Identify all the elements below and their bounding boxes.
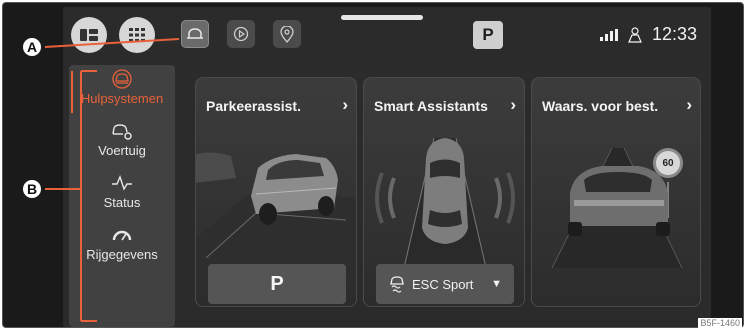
card-title: Smart Assistants: [374, 98, 488, 114]
caret-down-icon: ▼: [491, 278, 502, 290]
signal-icon: [599, 28, 618, 41]
card-title: Waars. voor best.: [542, 98, 659, 114]
callout-a: A: [21, 36, 43, 58]
car-assist-icon: [187, 28, 203, 39]
speed-limit-sign: 60: [653, 148, 683, 178]
chevron-right-icon: ›: [686, 95, 692, 114]
car-assist-button[interactable]: [181, 20, 209, 48]
callout-b: B: [21, 178, 43, 200]
sidebar-item-label: Rijgegevens: [86, 247, 158, 262]
user-icon: [628, 26, 642, 43]
sidebar-item-label: Voertuig: [98, 143, 146, 158]
device-frame: P 12:33 Hulpsystemen Voertuig Status Rij…: [2, 2, 744, 328]
sidebar: Hulpsystemen Voertuig Status Rijgegevens: [69, 65, 175, 327]
sidebar-item-voertuig[interactable]: Voertuig: [69, 121, 175, 169]
sidebar-item-status[interactable]: Status: [69, 173, 175, 221]
chevron-right-icon: ›: [510, 95, 516, 114]
card-parkeerassist[interactable]: Parkeerassist. › P: [195, 77, 357, 307]
sidebar-item-hulpsystemen[interactable]: Hulpsystemen: [69, 69, 175, 117]
top-bar: P 12:33: [63, 7, 711, 59]
card-title: Parkeerassist.: [206, 98, 301, 114]
esc-mode-label: ESC Sport: [412, 276, 474, 292]
pulse-icon: [112, 175, 132, 191]
park-assist-button[interactable]: P: [208, 264, 346, 304]
esc-car-icon: [390, 276, 404, 293]
chevron-right-icon: ›: [342, 95, 348, 114]
car-front-icon: [112, 69, 132, 89]
card-smart-assistants[interactable]: Smart Assistants › ESC Sport ▼: [363, 77, 525, 307]
rear-car-illustration: [551, 147, 683, 268]
apps-button[interactable]: [119, 17, 155, 53]
gear-indicator: P: [473, 21, 503, 49]
card-waarschuwing[interactable]: Waars. voor best. › 60: [531, 77, 701, 307]
figure-code: B5F-1460: [698, 318, 742, 328]
grid-icon: [129, 28, 145, 42]
infotainment-screen: P 12:33 Hulpsystemen Voertuig Status Rij…: [63, 7, 711, 327]
parking-car-illustration: [196, 152, 356, 268]
pull-down-handle[interactable]: [341, 15, 423, 20]
status-area: 12:33: [599, 24, 697, 45]
car-settings-icon: [112, 124, 132, 140]
assistant-car-illustration: [375, 137, 515, 268]
sidebar-item-rijgegevens[interactable]: Rijgegevens: [69, 225, 175, 273]
location-pin-icon: [280, 25, 294, 43]
gauge-icon: [112, 230, 132, 241]
esc-mode-dropdown[interactable]: ESC Sport ▼: [376, 264, 514, 304]
navigation-button[interactable]: [273, 20, 301, 48]
sidebar-item-label: Status: [103, 195, 141, 210]
speed-limit-value: 60: [662, 157, 674, 169]
media-button[interactable]: [227, 20, 255, 48]
sidebar-item-label: Hulpsystemen: [80, 91, 164, 106]
display-button[interactable]: [71, 17, 107, 53]
clock: 12:33: [651, 24, 697, 44]
display-icon: [80, 29, 98, 41]
media-play-icon: [233, 26, 249, 42]
